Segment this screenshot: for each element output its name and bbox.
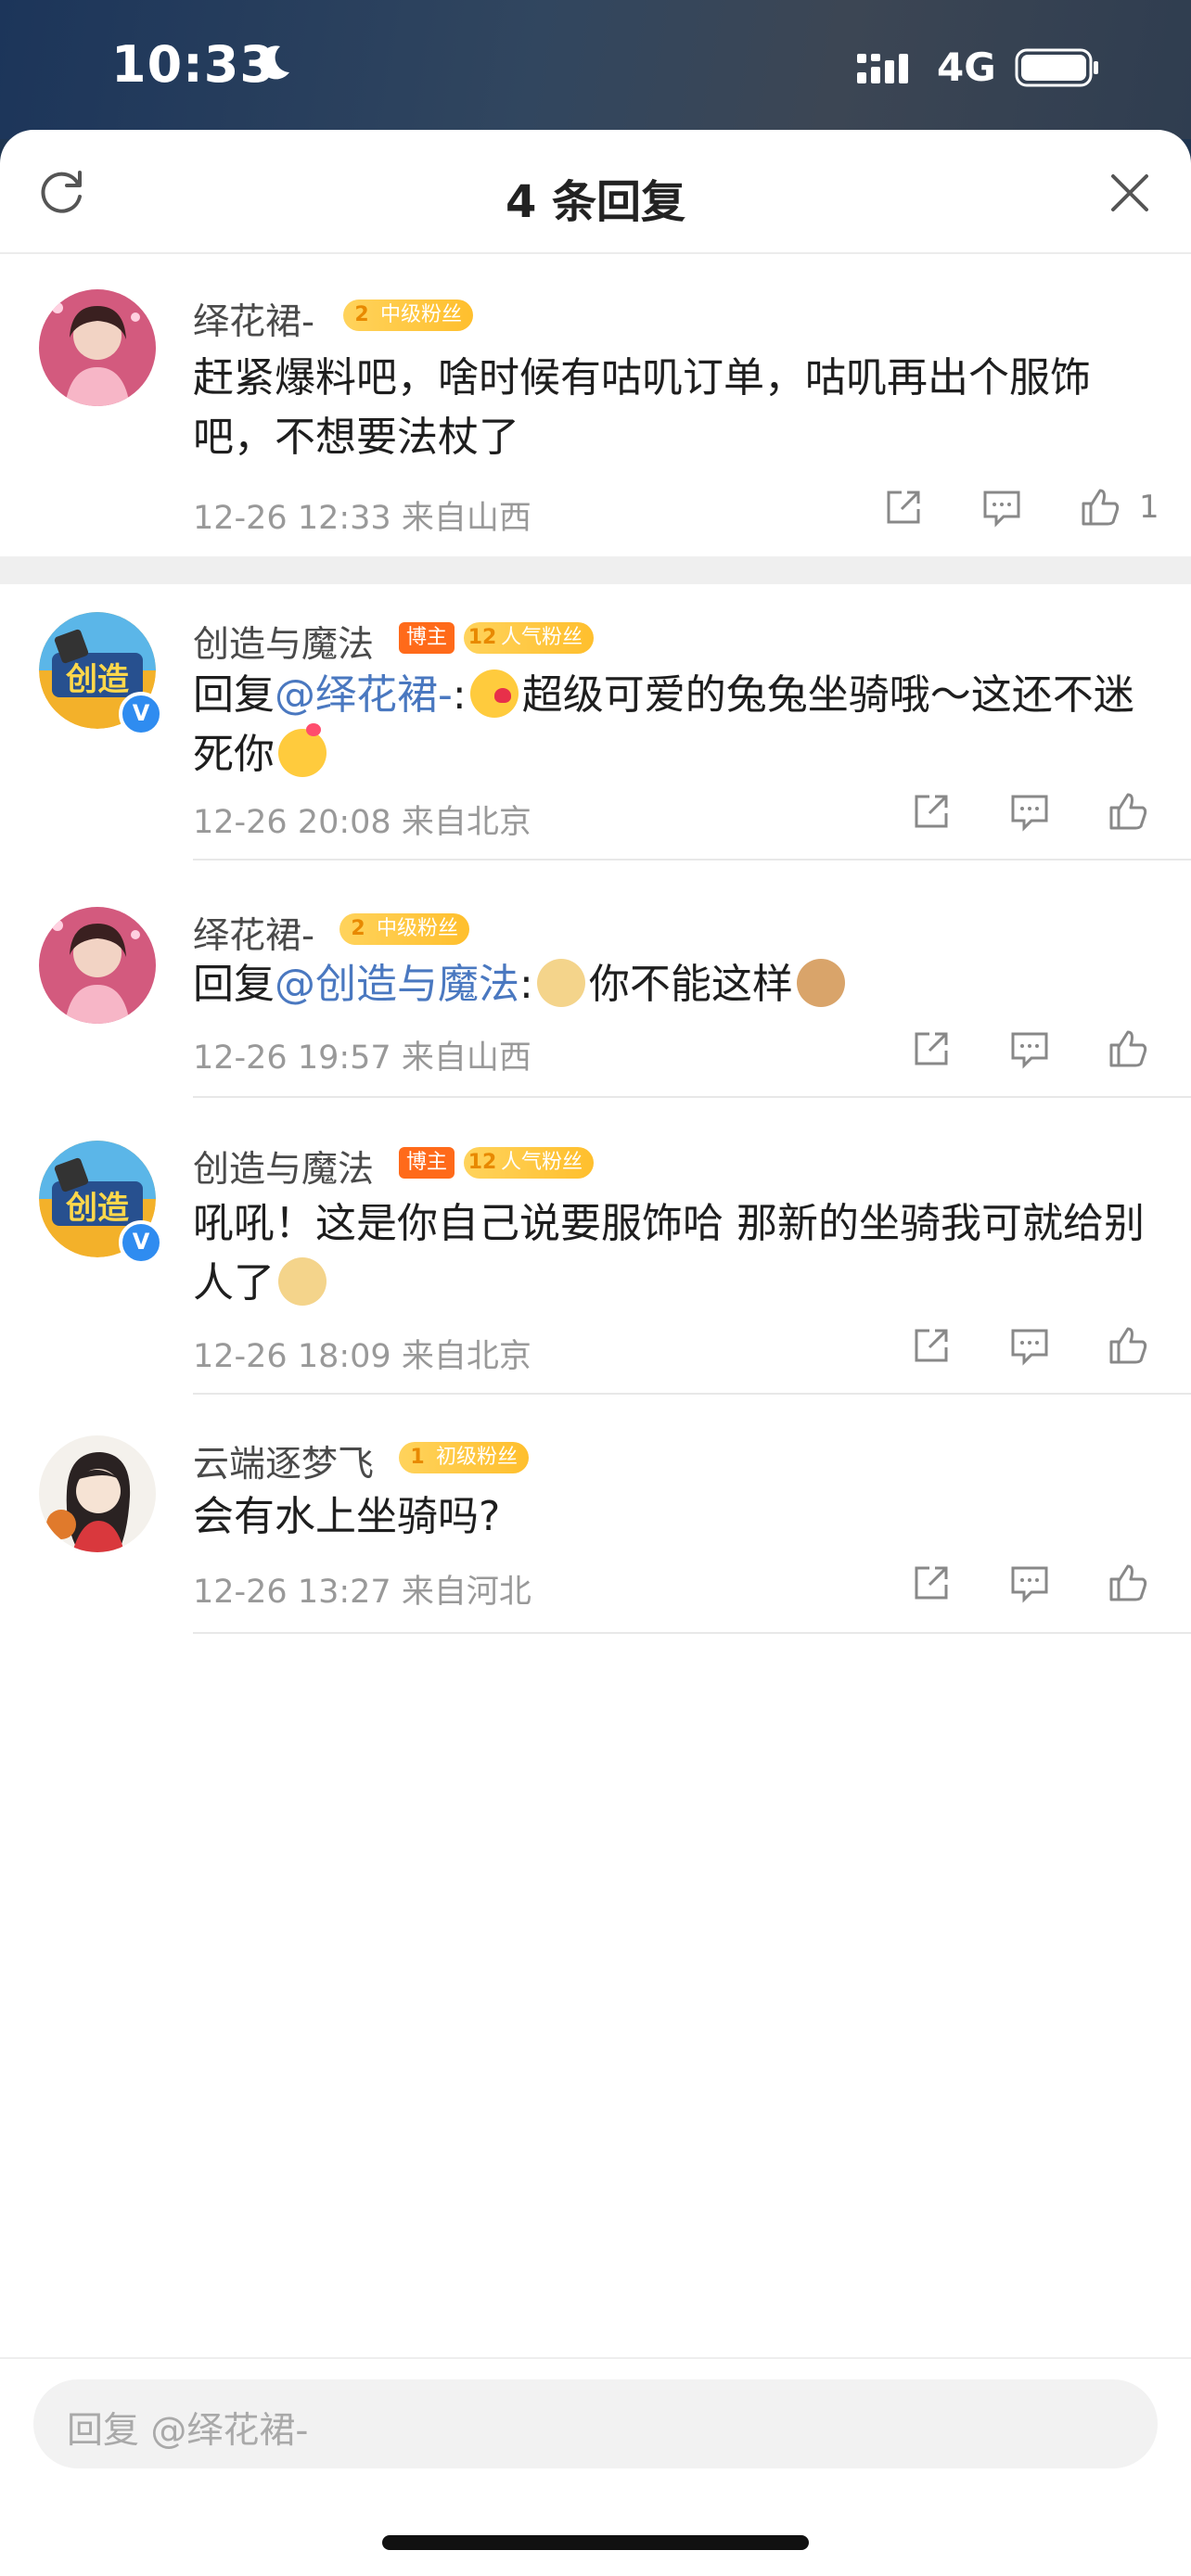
reply-text: 回复@创造与魔法: 你不能这样 [193, 955, 1148, 1014]
reply-input[interactable]: 回复 @绎花裙- [33, 2379, 1158, 2468]
user-name[interactable]: 绎花裙- [193, 293, 314, 345]
like-icon[interactable] [1106, 1027, 1150, 1071]
doge-emoji-icon [536, 959, 585, 1007]
fan-badge[interactable]: 12 人气粉丝 [464, 622, 595, 654]
share-icon[interactable] [881, 485, 926, 529]
page-title: 4 条回复 [505, 176, 686, 228]
svg-text:创造: 创造 [65, 661, 129, 698]
badge-row: 2 中级粉丝 [339, 911, 470, 948]
replies-sheet: 4 条回复 绎花裙- 2 中级粉丝 赶紧爆料吧，啥时候有咕叽订单，咕叽再出个服饰… [0, 130, 1191, 2576]
host-badge: 博主 [399, 622, 455, 654]
fan-level: 1 [410, 1446, 425, 1469]
comment-meta: 12-26 19:57 来自山西 [193, 1039, 531, 1077]
user-name[interactable]: 创造与魔法 [193, 1141, 374, 1192]
section-divider [0, 556, 1191, 584]
user-name[interactable]: 云端逐梦飞 [193, 1435, 374, 1487]
svg-text:创造: 创造 [65, 1190, 129, 1227]
verified-icon: V [119, 1220, 163, 1265]
share-icon[interactable] [909, 789, 954, 834]
reply-body: 你不能这样 [588, 961, 793, 1008]
signal-icon [857, 54, 908, 83]
badge-row: 1 初级粉丝 [399, 1439, 530, 1476]
fan-badge-label: 人气粉丝 [501, 626, 583, 649]
row-divider [193, 859, 1191, 861]
moon-icon [259, 45, 289, 80]
comment-text: 赶紧爆料吧，啥时候有咕叽订单，咕叽再出个服饰吧，不想要法杖了 [193, 354, 1091, 461]
like-count: 1 [1139, 489, 1159, 526]
comment-actions [909, 788, 1150, 835]
row-divider [193, 1632, 1191, 1634]
mention-link[interactable]: @绎花裙- [275, 671, 453, 719]
fan-badge-label: 中级粉丝 [380, 303, 463, 326]
comment-meta: 12-26 12:33 来自山西 [193, 500, 531, 537]
like-icon[interactable] [1078, 485, 1122, 529]
share-icon[interactable] [909, 1561, 954, 1605]
reply-text: 会有水上坐骑吗? [193, 1493, 501, 1540]
cat-emoji-icon [796, 959, 845, 1007]
like-icon[interactable] [1106, 1323, 1150, 1368]
user-name[interactable]: 绎花裙- [193, 907, 314, 959]
home-indicator[interactable] [382, 2535, 809, 2550]
fan-level: 12 [467, 626, 497, 649]
like-icon[interactable] [1106, 789, 1150, 834]
fan-badge-label: 初级粉丝 [436, 1446, 519, 1469]
close-icon[interactable] [1104, 167, 1156, 219]
row-divider [193, 1393, 1191, 1395]
verified-icon: V [119, 692, 163, 736]
comment-actions [909, 1560, 1150, 1606]
mention-link[interactable]: @创造与魔法 [275, 961, 519, 1008]
input-divider [0, 2357, 1191, 2359]
fan-badge-label: 人气粉丝 [501, 1151, 583, 1174]
comment-icon[interactable] [1007, 1027, 1052, 1071]
fan-level: 2 [351, 917, 365, 940]
sheet-header: 4 条回复 [0, 130, 1191, 254]
reply-placeholder: 回复 @绎花裙- [67, 2410, 309, 2452]
host-badge: 博主 [399, 1147, 455, 1179]
user-name[interactable]: 创造与魔法 [193, 616, 374, 668]
badge-row: 2 中级粉丝 [343, 297, 474, 334]
comment-icon[interactable] [1007, 1323, 1052, 1368]
status-time: 10:33 [111, 35, 275, 94]
avatar[interactable] [39, 1435, 156, 1552]
avatar[interactable] [39, 907, 156, 1024]
like-icon[interactable] [1106, 1561, 1150, 1605]
comment-actions [909, 1026, 1150, 1072]
row-divider [193, 1096, 1191, 1098]
avatar[interactable] [39, 289, 156, 406]
reply-prefix: 回复 [193, 671, 275, 719]
comment-icon[interactable] [980, 485, 1024, 529]
reply-text: 回复@绎花裙-: 超级可爱的兔兔坐骑哦～这还不迷死你 [193, 666, 1148, 784]
love-emoji-icon [278, 723, 327, 777]
reply-prefix: 回复 [193, 961, 275, 1008]
share-icon[interactable] [909, 1323, 954, 1368]
fan-level: 2 [354, 303, 369, 326]
fan-badge[interactable]: 2 中级粉丝 [339, 913, 470, 945]
comment-actions [909, 1322, 1150, 1369]
comment-actions: 1 [881, 484, 1159, 530]
comment-meta: 12-26 13:27 来自河北 [193, 1574, 531, 1611]
kiss-emoji-icon [469, 670, 519, 718]
fan-badge[interactable]: 1 初级粉丝 [399, 1442, 530, 1473]
reply-colon: : [452, 671, 467, 719]
battery-icon [1015, 48, 1098, 87]
fan-badge[interactable]: 12 人气粉丝 [464, 1147, 595, 1179]
status-bar: 10:33 4G [0, 0, 1191, 139]
fan-level: 12 [467, 1151, 497, 1174]
reply-colon: : [519, 961, 533, 1008]
share-icon[interactable] [909, 1027, 954, 1071]
network-type: 4G [937, 45, 996, 90]
comment-icon[interactable] [1007, 789, 1052, 834]
doge-emoji-icon [278, 1257, 327, 1306]
reply-body: 吼吼！这是你自己说要服饰哈 那新的坐骑我可就给别人了 [193, 1200, 1145, 1307]
fan-badge-label: 中级粉丝 [377, 917, 459, 940]
comment-meta: 12-26 20:08 来自北京 [193, 804, 531, 841]
comment-meta: 12-26 18:09 来自北京 [193, 1338, 531, 1375]
fan-badge[interactable]: 2 中级粉丝 [343, 300, 474, 331]
reply-text: 吼吼！这是你自己说要服饰哈 那新的坐骑我可就给别人了 [193, 1194, 1148, 1313]
comment-icon[interactable] [1007, 1561, 1052, 1605]
badge-row: 博主 12 人气粉丝 [399, 1144, 595, 1181]
badge-row: 博主 12 人气粉丝 [399, 619, 595, 657]
